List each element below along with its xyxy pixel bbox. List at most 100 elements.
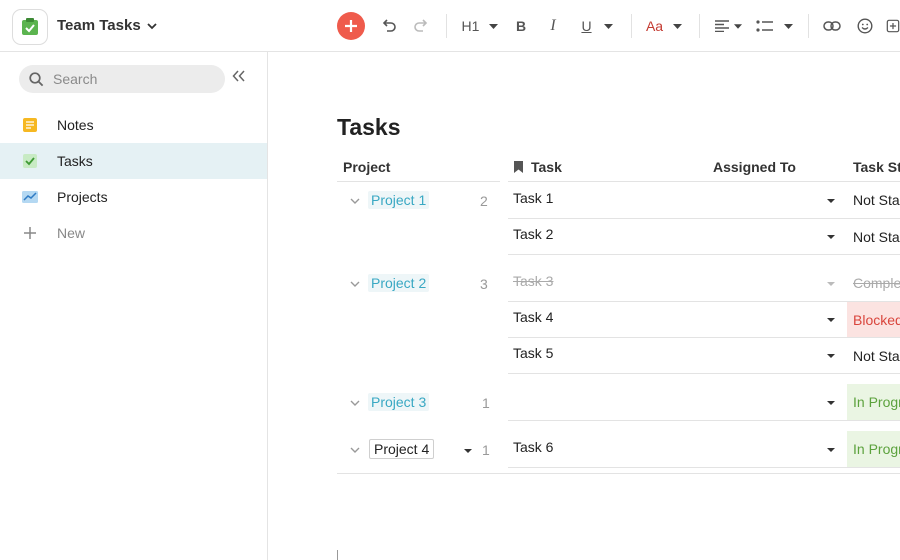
- redo-button[interactable]: [411, 13, 431, 39]
- group-count: 1: [482, 395, 490, 411]
- status-cell[interactable]: Blocked: [847, 302, 900, 337]
- chevron-down-icon[interactable]: [349, 278, 361, 290]
- list-dropdown[interactable]: [754, 13, 794, 39]
- caret-down-icon[interactable]: [826, 399, 836, 407]
- task-cell[interactable]: Task 1: [513, 190, 553, 206]
- caret-down-icon: [603, 23, 613, 29]
- app-title-dropdown[interactable]: Team Tasks: [57, 17, 157, 34]
- caret-down-icon: [489, 23, 499, 29]
- sidebar-item-label: Projects: [57, 189, 108, 205]
- sidebar-item-new[interactable]: New: [0, 215, 267, 251]
- text-color-label: Aa: [645, 18, 664, 34]
- chevron-down-icon[interactable]: [349, 195, 361, 207]
- sidebar-item-label: New: [57, 225, 86, 241]
- double-chevron-left-icon: [232, 70, 245, 82]
- project-tag[interactable]: Project 2: [368, 274, 430, 292]
- app-logo-icon[interactable]: [12, 9, 48, 45]
- sidebar-item-tasks[interactable]: Tasks: [0, 143, 267, 179]
- align-left-icon: [715, 20, 729, 32]
- chart-icon: [21, 188, 39, 206]
- heading-dropdown[interactable]: H1: [458, 13, 502, 39]
- text-color-dropdown[interactable]: Aa: [644, 13, 684, 39]
- group-count: 3: [480, 276, 488, 292]
- divider: [508, 467, 900, 468]
- status-cell[interactable]: Not Started: [847, 338, 900, 373]
- task-cell[interactable]: Task 3: [513, 273, 553, 289]
- bold-label: B: [515, 18, 527, 34]
- toolbar-divider: [446, 14, 447, 38]
- caret-down-icon[interactable]: [826, 316, 836, 324]
- sidebar-item-label: Tasks: [57, 153, 93, 169]
- project-select[interactable]: Project 4: [369, 439, 435, 459]
- divider: [508, 373, 900, 374]
- page-title: Tasks: [337, 114, 401, 140]
- caret-down-icon[interactable]: [826, 280, 836, 288]
- insert-icon: [886, 19, 900, 33]
- notes-icon: [21, 116, 39, 134]
- sidebar: Notes Tasks Projects New: [0, 52, 268, 560]
- status-cell[interactable]: Complete: [847, 265, 900, 301]
- search-input[interactable]: [53, 71, 203, 87]
- plus-icon: [345, 20, 357, 32]
- toolbar-divider: [699, 14, 700, 38]
- link-button[interactable]: [822, 13, 842, 39]
- status-cell[interactable]: In Progress: [847, 431, 900, 467]
- caret-down-icon[interactable]: [826, 197, 836, 205]
- smiley-icon: [857, 18, 873, 34]
- sidebar-item-projects[interactable]: Projects: [0, 179, 267, 215]
- app-title: Team Tasks: [57, 17, 141, 34]
- caret-down-icon[interactable]: [826, 233, 836, 241]
- column-header-label: Project: [343, 159, 391, 175]
- divider: [508, 301, 900, 302]
- search-box[interactable]: [19, 65, 225, 93]
- redo-icon: [414, 19, 428, 32]
- underline-dropdown[interactable]: U: [576, 13, 618, 39]
- project-tag[interactable]: Project 1: [368, 191, 430, 209]
- undo-icon: [382, 19, 396, 32]
- column-header-assigned-to[interactable]: Assigned To: [713, 159, 796, 175]
- status-cell[interactable]: Not Started: [847, 219, 900, 254]
- sidebar-item-label: Notes: [57, 117, 94, 133]
- column-header-label: Assigned To: [713, 159, 796, 175]
- column-header-task-status[interactable]: Task Status: [853, 159, 900, 175]
- caret-down-icon[interactable]: [826, 352, 836, 360]
- project-tag[interactable]: Project 3: [368, 393, 430, 411]
- caret-down-icon[interactable]: [463, 447, 473, 455]
- underline-label: U: [581, 18, 592, 34]
- emoji-button[interactable]: [855, 13, 875, 39]
- align-dropdown[interactable]: [713, 13, 743, 39]
- column-header-label: Task: [531, 159, 562, 175]
- group-count: 1: [482, 442, 490, 458]
- task-cell[interactable]: Task 2: [513, 226, 553, 242]
- plus-icon: [21, 224, 39, 242]
- sidebar-item-notes[interactable]: Notes: [0, 107, 267, 143]
- column-header-project[interactable]: Project: [343, 159, 390, 175]
- italic-button[interactable]: I: [544, 13, 562, 39]
- top-toolbar: Team Tasks H1 B I U Aa: [0, 0, 900, 52]
- bold-button[interactable]: B: [512, 13, 530, 39]
- chevron-down-icon[interactable]: [349, 397, 361, 409]
- add-button[interactable]: [337, 12, 365, 40]
- status-cell[interactable]: Not Started: [847, 182, 900, 217]
- column-header-label: Task Status: [853, 159, 900, 175]
- insert-button[interactable]: [886, 13, 900, 39]
- divider: [508, 218, 900, 219]
- chevron-down-icon[interactable]: [349, 444, 361, 456]
- checkbox-icon: [21, 152, 39, 170]
- status-cell[interactable]: In Progress: [847, 384, 900, 420]
- caret-down-icon[interactable]: [826, 446, 836, 454]
- divider: [508, 420, 900, 421]
- toolbar-divider: [631, 14, 632, 38]
- italic-label: I: [550, 17, 556, 34]
- column-header-task[interactable]: Task: [513, 159, 562, 175]
- link-icon: [823, 21, 841, 31]
- task-cell[interactable]: Task 4: [513, 309, 553, 325]
- caret-down-icon: [783, 23, 793, 29]
- undo-button[interactable]: [379, 13, 399, 39]
- task-cell[interactable]: Task 5: [513, 345, 553, 361]
- group-count: 2: [480, 193, 488, 209]
- search-icon: [29, 71, 44, 86]
- task-cell[interactable]: Task 6: [513, 439, 553, 455]
- toolbar-divider: [808, 14, 809, 38]
- collapse-sidebar-button[interactable]: [232, 69, 248, 89]
